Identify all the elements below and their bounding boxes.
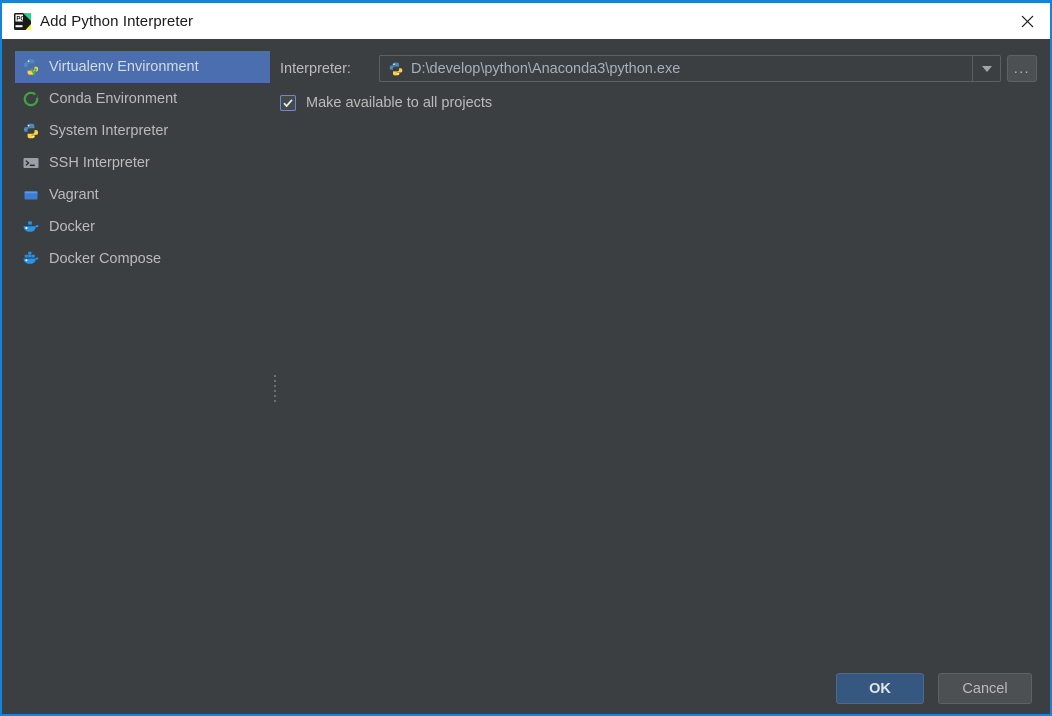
interpreter-label: Interpreter: <box>280 60 351 77</box>
sidebar-item-virtualenv-environment[interactable]: Virtualenv Environment <box>15 51 270 83</box>
cancel-button[interactable]: Cancel <box>938 673 1032 704</box>
add-python-interpreter-dialog: PC Add Python Interpreter Virtualenv Env… <box>0 0 1052 716</box>
environment-type-list: Virtualenv Environment Conda Environment <box>15 51 270 275</box>
checkmark-icon <box>282 97 294 109</box>
make-available-row[interactable]: Make available to all projects <box>280 95 492 111</box>
svg-text:PC: PC <box>16 16 25 22</box>
sidebar-item-label: Vagrant <box>49 187 99 203</box>
interpreter-row: Interpreter: D:\develop\python\Anaconda3… <box>280 55 1037 82</box>
python-icon <box>22 122 40 140</box>
docker-whale-icon <box>22 218 40 236</box>
sidebar-item-label: System Interpreter <box>49 123 169 139</box>
virtualenv-python-icon <box>22 58 40 76</box>
sidebar-item-docker[interactable]: Docker <box>15 211 270 243</box>
interpreter-value[interactable]: D:\develop\python\Anaconda3\python.exe <box>380 61 972 77</box>
sidebar-item-system-interpreter[interactable]: System Interpreter <box>15 115 270 147</box>
interpreter-combobox[interactable]: D:\develop\python\Anaconda3\python.exe <box>379 55 1001 82</box>
sidebar-item-label: Virtualenv Environment <box>49 59 199 75</box>
docker-compose-whale-icon <box>22 250 40 268</box>
ssh-terminal-icon <box>22 154 40 172</box>
pycharm-icon: PC <box>14 12 31 30</box>
chevron-down-icon[interactable] <box>972 56 1000 81</box>
sidebar-item-label: Docker <box>49 219 95 235</box>
close-icon[interactable] <box>1004 3 1050 39</box>
dialog-body: Virtualenv Environment Conda Environment <box>2 39 1050 714</box>
browse-button[interactable]: ... <box>1007 55 1037 82</box>
sidebar-item-vagrant[interactable]: Vagrant <box>15 179 270 211</box>
splitter-grip-icon[interactable] <box>273 375 278 402</box>
sidebar-item-label: Docker Compose <box>49 251 162 267</box>
sidebar-item-docker-compose[interactable]: Docker Compose <box>15 243 270 275</box>
make-available-checkbox[interactable] <box>280 95 296 111</box>
conda-ring-icon <box>22 90 40 108</box>
sidebar-item-label: SSH Interpreter <box>49 155 150 171</box>
title-bar: PC Add Python Interpreter <box>2 3 1050 39</box>
sidebar-item-conda-environment[interactable]: Conda Environment <box>15 83 270 115</box>
sidebar-item-ssh-interpreter[interactable]: SSH Interpreter <box>15 147 270 179</box>
dialog-buttons: OK Cancel <box>836 673 1032 704</box>
sidebar-item-label: Conda Environment <box>49 91 178 107</box>
python-icon <box>388 61 404 77</box>
window-title: Add Python Interpreter <box>40 12 194 30</box>
vagrant-cube-icon <box>22 186 40 204</box>
ok-button[interactable]: OK <box>836 673 924 704</box>
interpreter-path-text: D:\develop\python\Anaconda3\python.exe <box>411 60 681 77</box>
make-available-label: Make available to all projects <box>306 95 493 111</box>
